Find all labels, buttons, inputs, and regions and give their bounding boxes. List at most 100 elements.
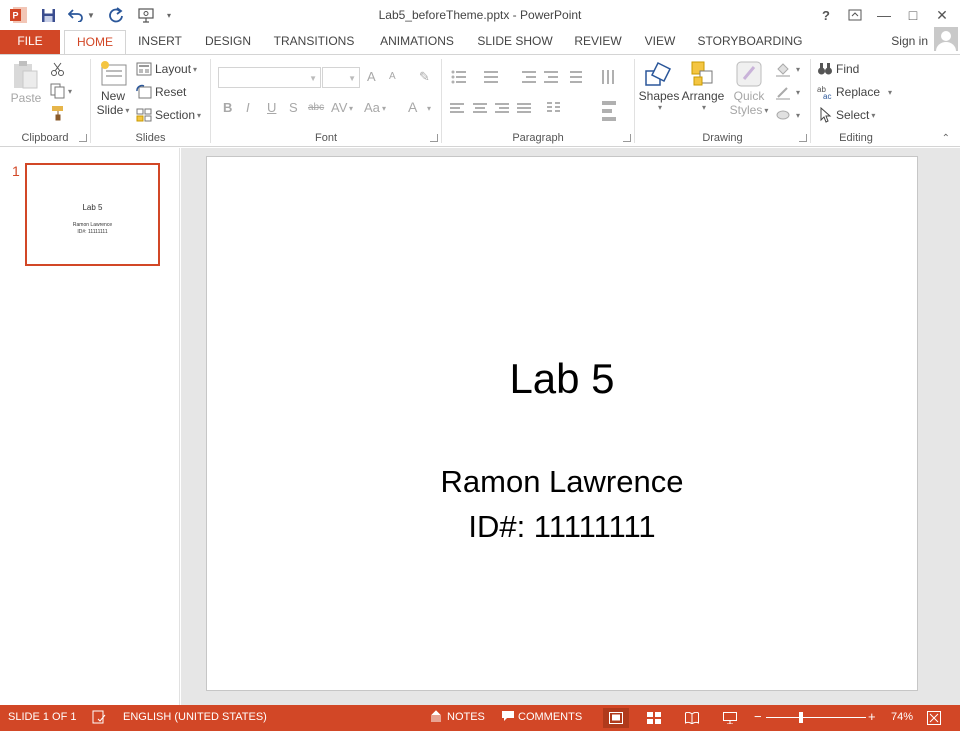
replace-button[interactable]: ab ac Replace ▾ (817, 84, 892, 100)
section-button[interactable]: Section ▾ (136, 107, 201, 123)
editing-group: Find ab ac Replace ▾ Select ▾ Editing (811, 55, 901, 147)
ribbon: Paste ▾ Clipboard New Slide ▾ Layout ▾ Res… (0, 54, 960, 147)
shapes-label: Shapes (638, 89, 680, 103)
fill-bucket-icon (776, 63, 790, 77)
shrink-font-button[interactable]: A (389, 71, 396, 82)
font-family-combo[interactable]: ▼ (218, 67, 321, 88)
comments-button[interactable]: COMMENTS (518, 711, 582, 723)
shape-fill-button[interactable]: ▾ (775, 61, 800, 77)
shapes-icon (645, 61, 672, 86)
editing-label: Editing (839, 132, 873, 144)
grow-font-button[interactable]: A (367, 69, 376, 84)
tab-home[interactable]: HOME (64, 30, 126, 55)
tab-design[interactable]: DESIGN (200, 30, 256, 54)
underline-button[interactable]: U (267, 100, 276, 115)
zoom-slider-track[interactable] (766, 717, 866, 718)
font-size-combo[interactable]: ▼ (322, 67, 360, 88)
font-launcher-icon[interactable] (430, 134, 438, 142)
font-color-button[interactable]: A (408, 99, 417, 115)
tab-slide-show[interactable]: SLIDE SHOW (475, 30, 555, 54)
copy-button[interactable]: ▾ (50, 83, 72, 99)
collapse-ribbon-icon[interactable]: ⌃ (942, 133, 950, 144)
character-spacing-button[interactable]: AV (331, 100, 347, 115)
zoom-slider-thumb[interactable] (799, 712, 803, 723)
copy-icon (50, 83, 65, 99)
tab-view[interactable]: VIEW (640, 30, 680, 54)
minimize-button[interactable]: — (871, 4, 897, 26)
sign-in-link[interactable]: Sign in (891, 34, 928, 48)
quick-styles-label-2: Styles (729, 103, 763, 117)
thumbnail-line-1: Ramon Lawrence (72, 222, 113, 228)
slide-show-view-icon[interactable] (717, 708, 743, 728)
tab-transitions[interactable]: TRANSITIONS (269, 30, 359, 54)
clear-formatting-icon[interactable]: ✎ (419, 69, 430, 85)
shape-outline-button[interactable]: ▾ (775, 84, 800, 100)
clipboard-launcher-icon[interactable] (79, 134, 87, 142)
bold-button[interactable]: B (223, 100, 232, 115)
tab-storyboarding[interactable]: STORYBOARDING (694, 30, 806, 54)
change-case-dropdown-icon[interactable]: ▾ (382, 104, 386, 113)
pen-icon (776, 87, 790, 100)
new-slide-label-1: New (100, 89, 125, 103)
paragraph-tools-icon[interactable] (450, 69, 630, 125)
shapes-button[interactable]: Shapes ▾ (639, 59, 679, 127)
paragraph-group: Paragraph (442, 55, 634, 147)
slide-canvas[interactable]: Lab 5 Ramon Lawrence ID#: 11111111 (206, 156, 918, 691)
maximize-button[interactable]: □ (900, 4, 926, 26)
paste-button[interactable]: Paste (8, 59, 44, 117)
avatar[interactable] (934, 27, 958, 51)
zoom-in-button[interactable]: + (868, 709, 876, 724)
paste-label: Paste (10, 91, 42, 105)
section-label: Section (155, 108, 196, 122)
font-color-dropdown-icon[interactable]: ▾ (427, 104, 431, 113)
drawing-group: Shapes ▾ Arrange ▾ Quick Styles ▾ ▾ ▾ ▾ D… (635, 55, 810, 147)
find-label: Find (836, 62, 860, 76)
slide-title[interactable]: Lab 5 (207, 355, 917, 403)
shape-effects-button[interactable]: ▾ (775, 107, 800, 123)
slides-group: New Slide ▾ Layout ▾ Reset Section ▾ Slides (91, 55, 210, 147)
new-slide-button[interactable]: New Slide ▾ (93, 59, 133, 127)
reading-view-icon[interactable] (679, 708, 705, 728)
zoom-out-button[interactable]: − (754, 709, 762, 724)
arrange-button[interactable]: Arrange ▾ (681, 59, 725, 127)
slide-thumbnail[interactable]: Lab 5 Ramon Lawrence ID#: 11111111 (25, 163, 160, 266)
tab-file[interactable]: FILE (0, 30, 60, 54)
tab-review[interactable]: REVIEW (569, 30, 627, 54)
select-label: Select (836, 108, 870, 122)
character-spacing-dropdown-icon[interactable]: ▾ (349, 104, 353, 113)
slide-subtitle-line-2[interactable]: ID#: 11111111 (207, 509, 917, 545)
find-button[interactable]: Find (817, 61, 859, 77)
title-bar: P ▼ ▾ Lab5_beforeTheme.pptx - PowerPoint… (0, 0, 960, 30)
tab-insert[interactable]: INSERT (133, 30, 187, 54)
italic-button[interactable]: I (246, 100, 250, 115)
cut-button[interactable] (50, 61, 66, 77)
spell-check-icon[interactable] (92, 710, 106, 727)
drawing-label: Drawing (702, 132, 743, 144)
layout-label: Layout (155, 62, 192, 76)
change-case-button[interactable]: Aa (364, 100, 380, 115)
reset-button[interactable]: Reset (136, 84, 186, 100)
close-button[interactable]: ✕ (929, 4, 955, 26)
slide-subtitle-line-1[interactable]: Ramon Lawrence (207, 464, 917, 500)
zoom-level[interactable]: 74% (891, 711, 913, 723)
strikethrough-button[interactable]: abc (308, 102, 324, 113)
help-button[interactable]: ? (813, 4, 839, 26)
paragraph-launcher-icon[interactable] (623, 134, 631, 142)
layout-button[interactable]: Layout ▾ (136, 61, 197, 77)
tab-animations[interactable]: ANIMATIONS (372, 30, 462, 54)
ribbon-display-options-icon[interactable] (842, 4, 868, 26)
quick-styles-button[interactable]: Quick Styles ▾ (727, 59, 771, 127)
slides-label: Slides (135, 132, 166, 144)
replace-icon: abac (817, 85, 831, 100)
normal-view-icon[interactable] (603, 708, 629, 728)
fit-to-window-icon[interactable] (921, 708, 947, 728)
notes-button[interactable]: NOTES (447, 711, 485, 723)
shadow-button[interactable]: S (289, 100, 298, 115)
select-button[interactable]: Select ▾ (817, 107, 875, 123)
slide-sorter-view-icon[interactable] (641, 708, 667, 728)
notes-icon (430, 710, 442, 725)
drawing-launcher-icon[interactable] (799, 134, 807, 142)
slide-count: SLIDE 1 OF 1 (8, 711, 77, 723)
language-indicator[interactable]: ENGLISH (UNITED STATES) (123, 711, 267, 723)
format-painter-button[interactable] (50, 105, 66, 121)
